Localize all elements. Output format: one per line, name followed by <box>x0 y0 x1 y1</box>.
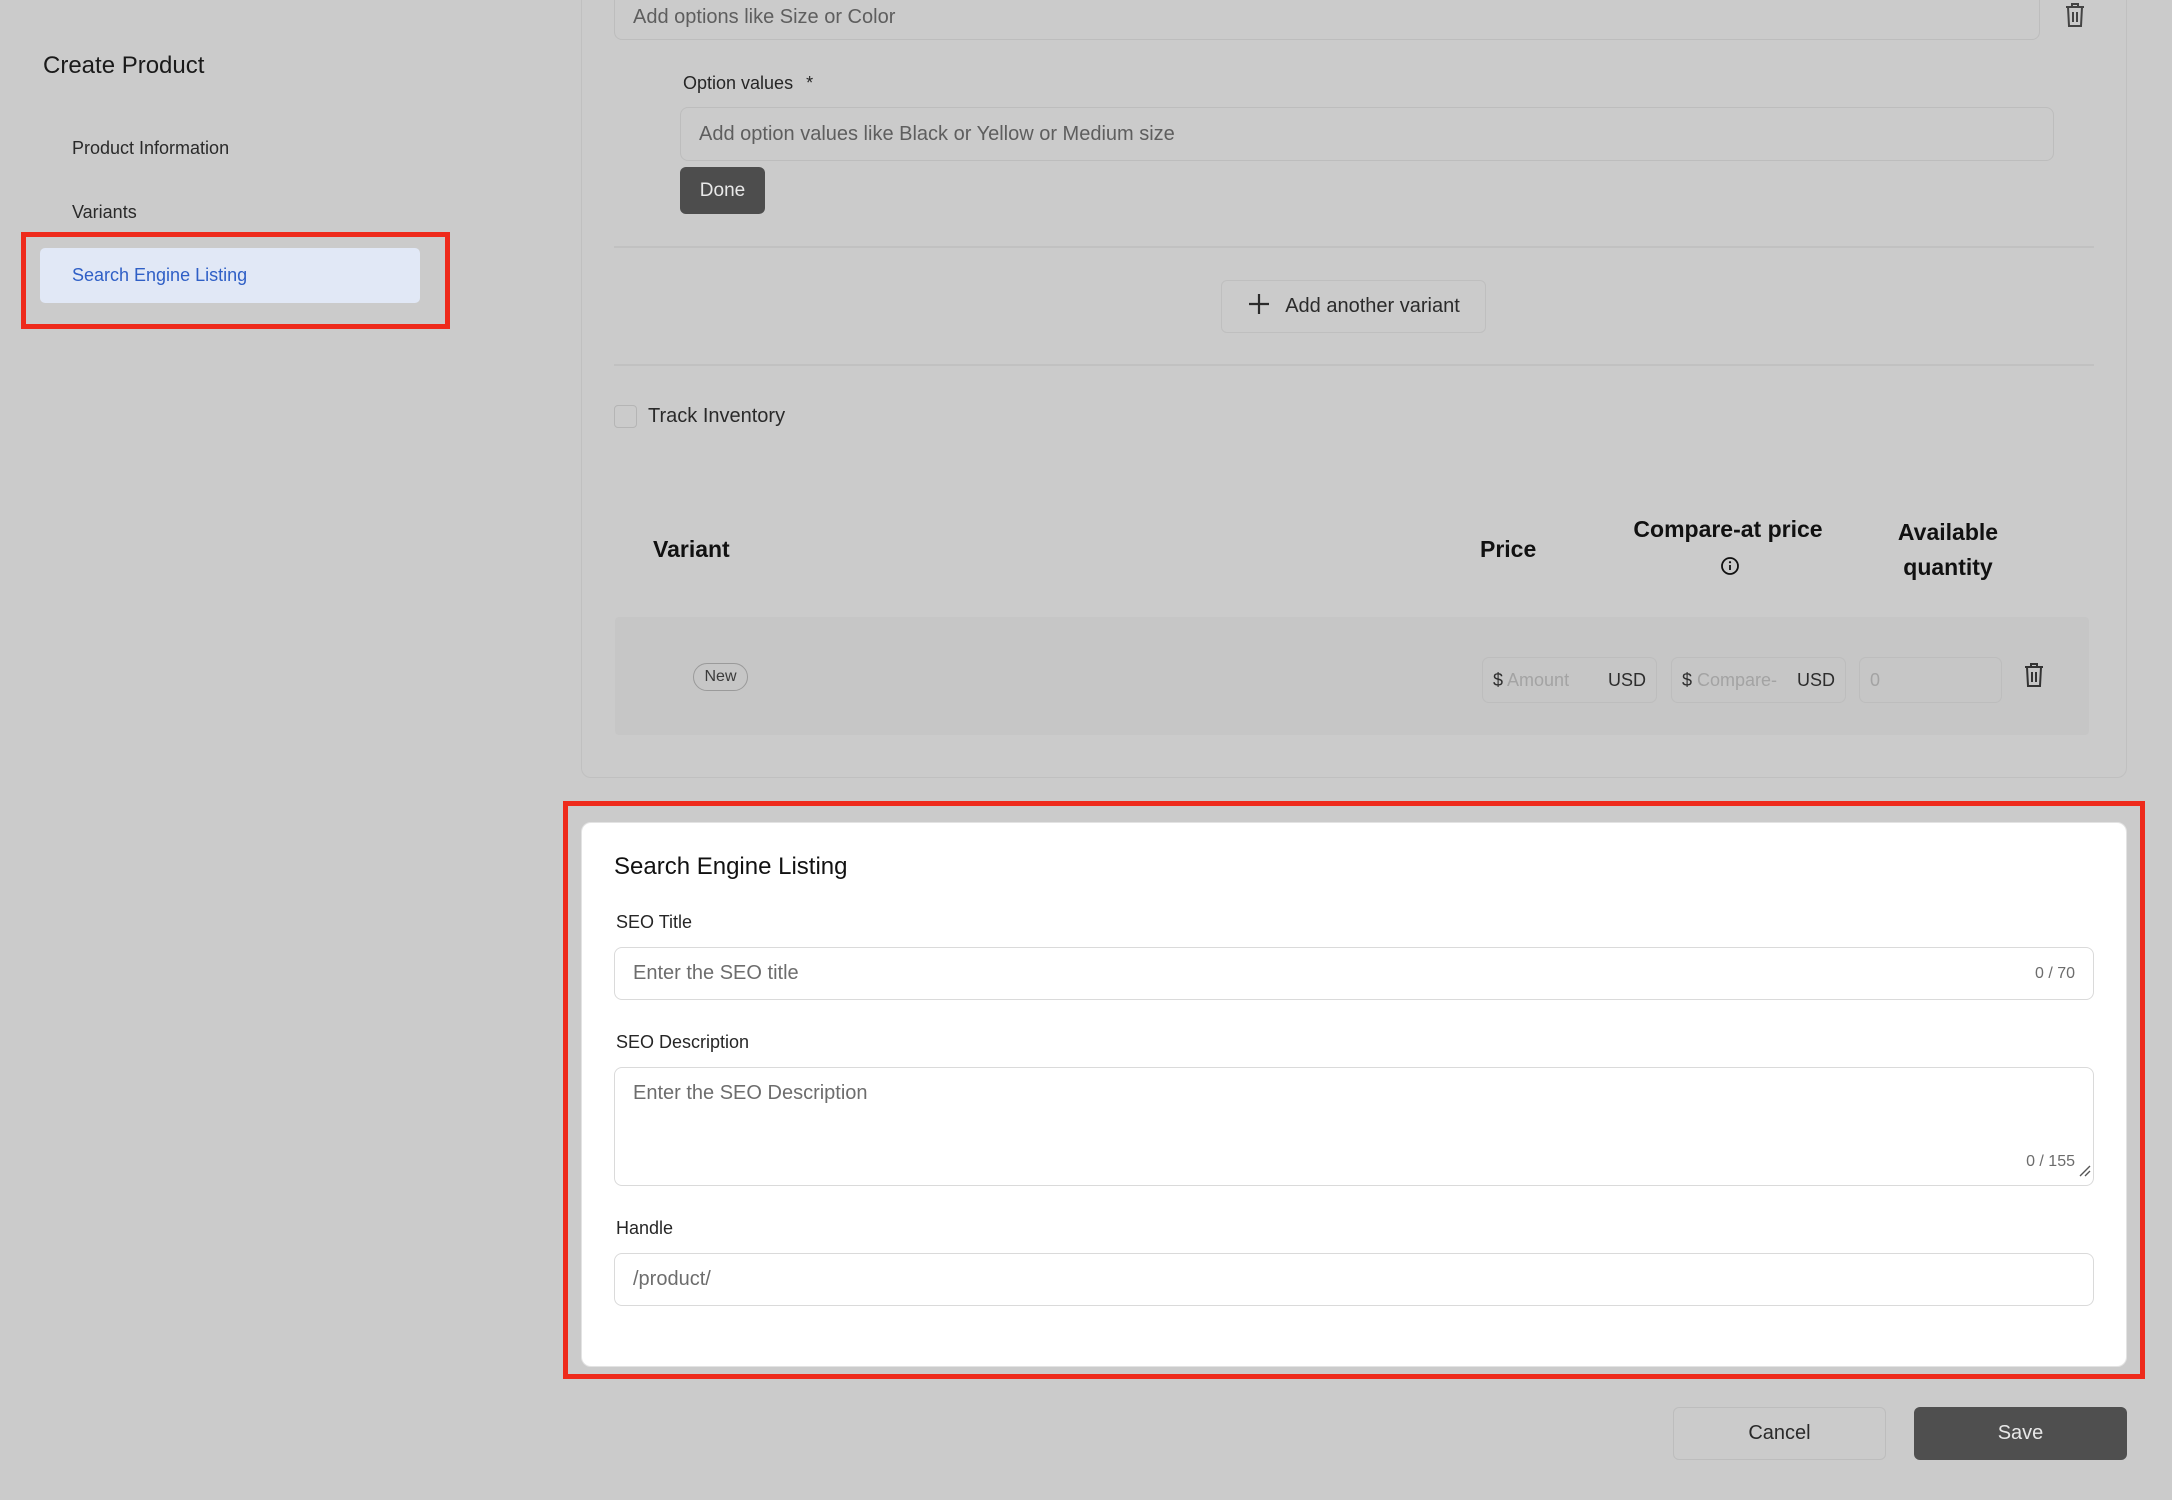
seo-title-label: SEO Title <box>616 912 693 932</box>
done-button[interactable]: Done <box>680 167 765 214</box>
divider <box>614 364 2094 366</box>
seo-title-input[interactable]: Enter the SEO title 0 / 70 <box>614 947 2094 1000</box>
sidebar-item-label: Search Engine Listing <box>72 265 248 285</box>
new-badge: New <box>693 663 748 691</box>
handle-input[interactable]: /product/ <box>614 1253 2094 1306</box>
price-input[interactable]: $ Amount USD <box>1482 657 1657 703</box>
seo-section-title: Search Engine Listing <box>614 853 848 880</box>
handle-label: Handle <box>616 1218 674 1238</box>
column-header-available-quantity: Available quantity <box>1897 519 1999 580</box>
sidebar-item-variants[interactable]: Variants <box>72 202 137 223</box>
delete-variant-icon[interactable] <box>2023 662 2045 693</box>
track-inventory-checkbox[interactable] <box>614 405 637 428</box>
option-values-label: Option values * <box>683 73 814 93</box>
page-title: Create Product <box>43 52 205 79</box>
column-header-variant: Variant <box>653 536 730 562</box>
cancel-button[interactable]: Cancel <box>1673 1407 1886 1460</box>
info-icon[interactable] <box>1720 556 1740 581</box>
seo-description-counter: 0 / 155 <box>2026 1153 2075 1170</box>
compare-at-price-input[interactable]: $ Compare- USD <box>1671 657 1846 703</box>
delete-option-icon[interactable] <box>2064 2 2086 33</box>
plus-icon <box>1247 292 1271 322</box>
sidebar-item-search-engine-listing[interactable]: Search Engine Listing <box>40 248 420 303</box>
option-values-input[interactable]: Add option values like Black or Yellow o… <box>680 107 2054 161</box>
add-variant-button[interactable]: Add another variant <box>1221 280 1486 333</box>
seo-title-counter: 0 / 70 <box>2034 964 2075 982</box>
resize-handle-icon[interactable] <box>2077 1160 2091 1183</box>
track-inventory-label: Track Inventory <box>648 405 786 427</box>
save-button[interactable]: Save <box>1914 1407 2127 1460</box>
seo-description-input[interactable]: Enter the SEO Description 0 / 155 <box>614 1067 2094 1186</box>
sidebar-item-product-information[interactable]: Product Information <box>72 138 229 159</box>
available-quantity-input[interactable]: 0 <box>1859 657 2002 703</box>
column-header-price: Price <box>1480 536 1537 562</box>
seo-description-label: SEO Description <box>616 1032 750 1052</box>
divider <box>614 246 2094 248</box>
column-header-compare-at-price: Compare-at price <box>1633 516 1823 542</box>
option-name-input[interactable]: Add options like Size or Color <box>614 0 2040 40</box>
